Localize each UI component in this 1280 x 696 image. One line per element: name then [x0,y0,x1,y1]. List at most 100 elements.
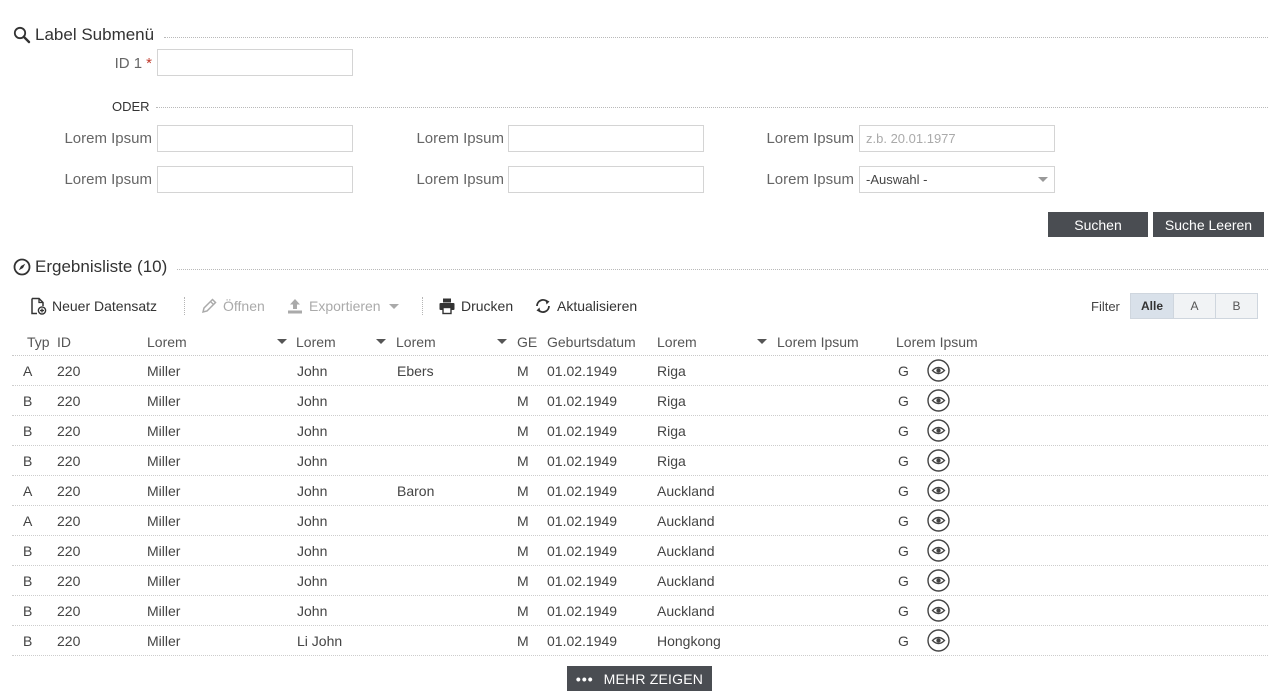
sort-caret-icon[interactable] [757,339,767,344]
dots-icon: ••• [575,670,594,687]
eye-icon[interactable] [927,359,950,382]
filter-option-b[interactable]: B [1215,294,1257,318]
clear-search-button[interactable]: Suche Leeren [1153,212,1264,237]
divider [155,106,1268,108]
cell-city: Riga [657,393,686,409]
eye-icon[interactable] [927,569,950,592]
oder-divider: ODER [112,98,1268,114]
cell-typ: A [23,363,33,379]
table-row[interactable]: A 220 Miller John M 01.02.1949 Auckland G [12,506,1268,536]
cell-firstname: John [297,603,328,619]
column-header-ge[interactable]: GE [517,334,537,350]
refresh-button[interactable]: Aktualisieren [533,295,637,317]
sort-caret-icon[interactable] [277,339,287,344]
cell-id: 220 [57,483,81,499]
date-input[interactable] [859,125,1055,152]
cell-ge: M [517,423,529,439]
filter-label: Filter [1091,299,1120,314]
cell-lastname: Miller [147,513,181,529]
eye-icon[interactable] [927,599,950,622]
id-input[interactable] [157,49,353,76]
cell-other: Baron [397,483,435,499]
cell-firstname: John [297,573,328,589]
table-row[interactable]: B 220 Miller Li John M 01.02.1949 Hongkong G [12,626,1268,656]
filter-segmented-control: Alle A B [1130,293,1258,319]
cell-id: 220 [57,603,81,619]
eye-icon[interactable] [927,629,950,652]
field-input-2[interactable] [508,125,704,152]
table-row[interactable]: A 220 Miller John Ebers M 01.02.1949 Riga G [12,356,1268,386]
results-section-header: Ergebnisliste (10) [12,256,1268,278]
search-button[interactable]: Suchen [1048,212,1148,237]
cell-ge: M [517,603,529,619]
column-header-city[interactable]: Lorem [657,334,697,350]
cell-lorem-ipsum-2: G [898,513,909,529]
filter-option-a[interactable]: A [1173,294,1215,318]
column-header-birthdate[interactable]: Geburtsdatum [547,334,636,350]
compass-icon [12,257,32,277]
cell-city: Riga [657,453,686,469]
divider [177,268,1268,270]
table-row[interactable]: B 220 Miller John M 01.02.1949 Auckland G [12,596,1268,626]
sort-caret-icon[interactable] [497,339,507,344]
field-input-5[interactable] [508,166,704,193]
table-row[interactable]: B 220 Miller John M 01.02.1949 Auckland G [12,536,1268,566]
column-header-typ[interactable]: Typ [27,334,50,350]
cell-birthdate: 01.02.1949 [547,453,618,469]
cell-birthdate: 01.02.1949 [547,363,618,379]
new-record-button[interactable]: Neuer Datensatz [28,295,157,317]
cell-lorem-ipsum-2: G [898,393,909,409]
cell-ge: M [517,483,529,499]
eye-icon[interactable] [927,479,950,502]
cell-typ: A [23,483,33,499]
cell-typ: B [23,603,33,619]
column-header-lorem-ipsum-2[interactable]: Lorem Ipsum [896,334,978,350]
table-row[interactable]: B 220 Miller John M 01.02.1949 Auckland G [12,566,1268,596]
cell-typ: B [23,633,33,649]
dropdown-value: -Auswahl - [866,172,928,187]
cell-lastname: Miller [147,603,181,619]
eye-icon[interactable] [927,509,950,532]
cell-birthdate: 01.02.1949 [547,573,618,589]
cell-firstname: John [297,543,328,559]
cell-id: 220 [57,543,81,559]
cell-lorem-ipsum-2: G [898,483,909,499]
selection-dropdown[interactable]: -Auswahl - [859,166,1055,193]
column-header-lastname[interactable]: Lorem [147,334,187,350]
sort-caret-icon[interactable] [376,339,386,344]
print-button[interactable]: Drucken [437,295,513,317]
column-header-other[interactable]: Lorem [396,334,436,350]
toolbar-separator [184,297,185,315]
field-input-4[interactable] [157,166,353,193]
cell-typ: A [23,513,33,529]
show-more-button[interactable]: ••• MEHR ZEIGEN [567,666,712,691]
column-header-id[interactable]: ID [57,334,71,350]
cell-ge: M [517,393,529,409]
table-row[interactable]: A 220 Miller John Baron M 01.02.1949 Auckland G [12,476,1268,506]
column-header-firstname[interactable]: Lorem [296,334,336,350]
table-row[interactable]: B 220 Miller John M 01.02.1949 Riga G [12,386,1268,416]
cell-firstname: John [297,393,328,409]
eye-icon[interactable] [927,449,950,472]
export-label: Exportieren [309,298,381,314]
cell-lorem-ipsum-2: G [898,573,909,589]
field-label-6: Lorem Ipsum [766,171,854,188]
eye-icon[interactable] [927,389,950,412]
cell-city: Hongkong [657,633,721,649]
cell-city: Auckland [657,543,715,559]
cell-lorem-ipsum-2: G [898,603,909,619]
table-row[interactable]: B 220 Miller John M 01.02.1949 Riga G [12,446,1268,476]
table-row[interactable]: B 220 Miller John M 01.02.1949 Riga G [12,416,1268,446]
column-header-lorem-ipsum-1[interactable]: Lorem Ipsum [777,334,859,350]
open-button[interactable]: Öffnen [199,295,265,317]
cell-ge: M [517,633,529,649]
filter-option-alle[interactable]: Alle [1131,294,1173,318]
cell-firstname: John [297,513,328,529]
field-input-1[interactable] [157,125,353,152]
cell-typ: B [23,543,33,559]
cell-typ: B [23,423,33,439]
eye-icon[interactable] [927,419,950,442]
export-button[interactable]: Exportieren [285,295,399,317]
cell-ge: M [517,453,529,469]
eye-icon[interactable] [927,539,950,562]
